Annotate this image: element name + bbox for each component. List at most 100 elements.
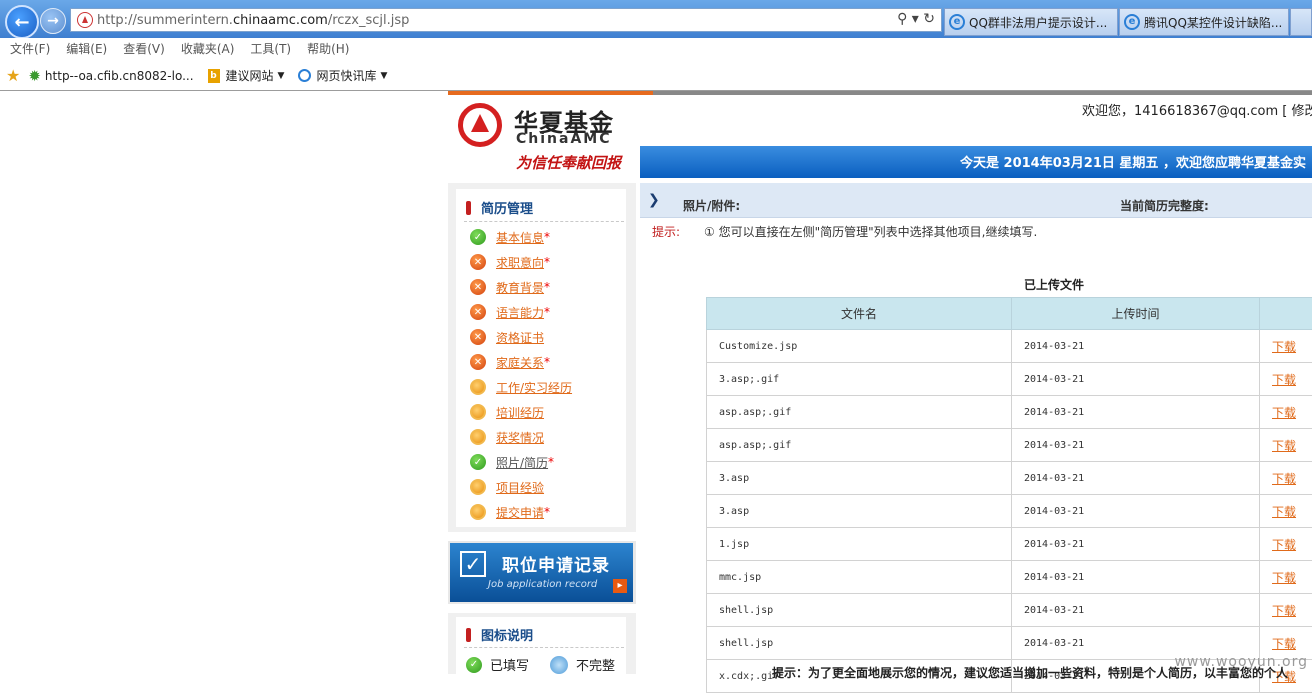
- gear-icon: ✹: [28, 67, 41, 85]
- menu-favorites[interactable]: 收藏夹(A): [181, 38, 235, 61]
- sidebar-item-submit[interactable]: 提交申请*: [470, 502, 550, 522]
- error-icon: ✕: [470, 279, 486, 295]
- upload-time: 2014-03-21: [1012, 528, 1260, 561]
- download-link[interactable]: 下载: [1260, 396, 1312, 429]
- tab-qq-illegal-user[interactable]: eQQ群非法用户提示设计...: [944, 8, 1118, 36]
- download-link[interactable]: 下载: [1260, 363, 1312, 396]
- download-link[interactable]: 下载: [1260, 330, 1312, 363]
- menu-view[interactable]: 查看(V): [123, 38, 165, 61]
- file-name: 3.asp;.gif: [707, 363, 1012, 396]
- favorites-star-icon[interactable]: ★: [6, 66, 20, 85]
- icon-legend-panel: 图标说明 ✓已填写 不完整: [456, 617, 626, 674]
- download-link[interactable]: 下载: [1260, 429, 1312, 462]
- sidebar-item-family[interactable]: ✕家庭关系*: [470, 352, 550, 372]
- date-banner-text: 今天是 2014年03月21日 星期五 ，欢迎您应聘华夏基金实: [960, 152, 1306, 171]
- address-bar[interactable]: http://summerintern.chinaamc.com/rczx_sc…: [70, 8, 942, 32]
- back-button[interactable]: ←: [5, 5, 39, 39]
- incomplete-icon: [470, 429, 486, 445]
- job-application-record-banner: ✓ 职位申请记录 Job application record ▸: [450, 543, 633, 602]
- file-name: 3.asp: [707, 462, 1012, 495]
- upload-time: 2014-03-21: [1012, 495, 1260, 528]
- section-title: 照片/附件:: [683, 197, 740, 214]
- site-favicon-icon: [77, 12, 93, 28]
- favorite-suggested-sites[interactable]: b建议网站▼: [208, 67, 285, 84]
- menu-tools[interactable]: 工具(T): [250, 38, 291, 61]
- sidebar-item-training[interactable]: 培训经历: [470, 402, 544, 422]
- menu-bar: 文件(F) 编辑(E) 查看(V) 收藏夹(A) 工具(T) 帮助(H): [0, 38, 1312, 61]
- url-text: http://summerintern.chinaamc.com/rczx_sc…: [97, 13, 409, 28]
- legend-title: 图标说明: [466, 625, 533, 644]
- favorite-web-slice[interactable]: 网页快讯库▼: [298, 67, 387, 84]
- download-link[interactable]: 下载: [1260, 594, 1312, 627]
- legend-filled: ✓已填写: [466, 655, 529, 674]
- file-name: 3.asp: [707, 495, 1012, 528]
- watermark: www.wooyun.org: [1174, 654, 1308, 670]
- error-icon: ✕: [470, 354, 486, 370]
- ie-icon: e: [949, 14, 965, 30]
- sidebar-item-projects[interactable]: 项目经验: [470, 477, 544, 497]
- tab-qq-control-flaw[interactable]: e腾讯QQ某控件设计缺陷...: [1119, 8, 1289, 36]
- table-row: shell.jsp2014-03-21下载: [707, 594, 1312, 627]
- resume-sidebar-panel: 简历管理 ✓基本信息* ✕求职意向* ✕教育背景* ✕语言能力* ✕资格证书 ✕…: [456, 189, 626, 527]
- sidebar-item-language[interactable]: ✕语言能力*: [470, 302, 550, 322]
- bing-icon: b: [208, 69, 220, 83]
- chevron-down-icon[interactable]: ▾: [912, 11, 919, 27]
- address-tools[interactable]: ⚲ ▾ ↻: [897, 11, 935, 27]
- sidebar-item-basic-info[interactable]: ✓基本信息*: [470, 227, 550, 247]
- upload-time: 2014-03-21: [1012, 429, 1260, 462]
- error-icon: ✕: [470, 304, 486, 320]
- ie-icon: e: [1124, 14, 1140, 30]
- table-row: 3.asp;.gif2014-03-21下载: [707, 363, 1312, 396]
- upload-time: 2014-03-21: [1012, 363, 1260, 396]
- job-record-subtitle: Job application record: [488, 579, 597, 590]
- welcome-text: 欢迎您，1416618367@qq.com [ 修改: [1082, 100, 1312, 119]
- tip-text: 提示:① 您可以直接在左侧"简历管理"列表中选择其他项目,继续填写.: [652, 223, 1037, 240]
- file-name: shell.jsp: [707, 594, 1012, 627]
- download-link[interactable]: 下载: [1260, 495, 1312, 528]
- arrow-right-icon: ▸: [613, 579, 627, 593]
- file-name: Customize.jsp: [707, 330, 1012, 363]
- arrow-right-icon: →: [47, 13, 59, 29]
- tab-overflow[interactable]: [1290, 8, 1312, 36]
- logo-emblem-icon: [458, 103, 502, 147]
- forward-button[interactable]: →: [40, 8, 66, 34]
- sidebar-item-photo-resume[interactable]: ✓照片/简历*: [470, 452, 554, 472]
- browser-titlebar: ← → http://summerintern.chinaamc.com/rcz…: [0, 0, 1312, 38]
- icon-legend: 图标说明 ✓已填写 不完整: [448, 613, 636, 674]
- file-name: shell.jsp: [707, 627, 1012, 660]
- menu-edit[interactable]: 编辑(E): [66, 38, 107, 61]
- incomplete-icon: [470, 479, 486, 495]
- refresh-icon[interactable]: ↻: [923, 11, 935, 27]
- resume-sidebar: 简历管理 ✓基本信息* ✕求职意向* ✕教育背景* ✕语言能力* ✕资格证书 ✕…: [448, 183, 636, 532]
- error-icon: ✕: [470, 329, 486, 345]
- job-application-record-button[interactable]: ✓ 职位申请记录 Job application record ▸: [448, 541, 636, 604]
- pin-icon: [466, 201, 471, 215]
- download-link[interactable]: 下载: [1260, 528, 1312, 561]
- menu-help[interactable]: 帮助(H): [307, 38, 349, 61]
- menu-file[interactable]: 文件(F): [10, 38, 50, 61]
- chinaamc-logo[interactable]: 华夏基金 ChinaAMC 为信任奉献回报: [448, 95, 640, 183]
- file-name: mmc.jsp: [707, 561, 1012, 594]
- file-name: asp.asp;.gif: [707, 429, 1012, 462]
- error-icon: ✕: [470, 254, 486, 270]
- search-icon[interactable]: ⚲: [897, 11, 907, 27]
- download-link[interactable]: 下载: [1260, 561, 1312, 594]
- chevron-down-icon: ▼: [380, 71, 387, 81]
- incomplete-icon: [470, 404, 486, 420]
- sidebar-item-job-intent[interactable]: ✕求职意向*: [470, 252, 550, 272]
- check-icon: ✓: [470, 454, 486, 470]
- upload-time: 2014-03-21: [1012, 330, 1260, 363]
- sidebar-item-education[interactable]: ✕教育背景*: [470, 277, 550, 297]
- upload-time: 2014-03-21: [1012, 462, 1260, 495]
- logo-en-text: ChinaAMC: [516, 131, 612, 147]
- sidebar-item-certificates[interactable]: ✕资格证书: [470, 327, 544, 347]
- section-header: ❯ 照片/附件: 当前简历完整度:: [640, 183, 1312, 218]
- table-row: mmc.jsp2014-03-21下载: [707, 561, 1312, 594]
- upload-time: 2014-03-21: [1012, 396, 1260, 429]
- sidebar-item-awards[interactable]: 获奖情况: [470, 427, 544, 447]
- download-link[interactable]: 下载: [1260, 462, 1312, 495]
- sidebar-item-work-experience[interactable]: 工作/实习经历: [470, 377, 572, 397]
- favorite-oa-link[interactable]: ✹http--oa.cfib.cn8082-lo...: [28, 67, 193, 85]
- pin-icon: [466, 628, 471, 642]
- col-header-filename: 文件名: [707, 298, 1012, 330]
